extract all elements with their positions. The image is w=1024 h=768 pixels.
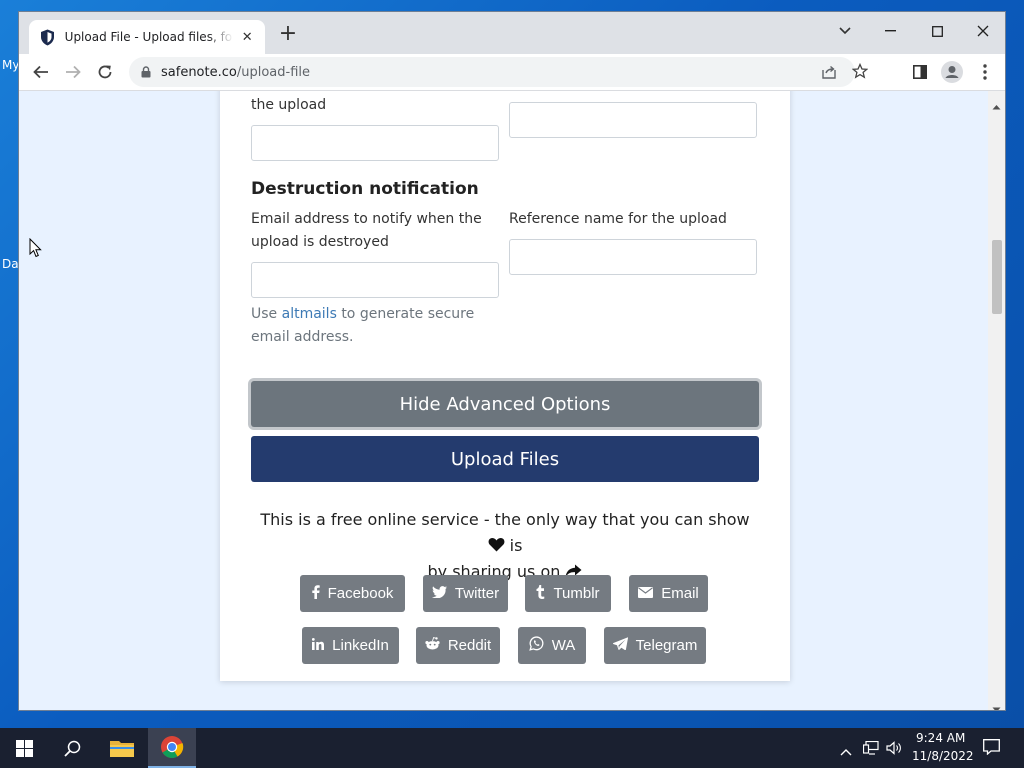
scroll-up-arrow-icon[interactable] (992, 95, 1001, 114)
cut-off-label: the upload (251, 97, 327, 113)
lock-icon[interactable] (141, 63, 151, 82)
url-path: /upload-file (236, 64, 310, 80)
volume-icon[interactable] (886, 740, 902, 759)
tab-strip: Upload File - Upload files, for free ✕ + (19, 12, 1005, 54)
notification-icon[interactable] (983, 739, 1000, 759)
whatsapp-icon (528, 636, 552, 655)
reload-icon[interactable] (92, 59, 118, 85)
minimize-icon[interactable] (872, 18, 908, 44)
share-email-label: Email (661, 585, 699, 602)
upload-form-card: the upload Destruction notification Emai… (220, 91, 790, 681)
shield-icon (39, 28, 57, 46)
expiry-field[interactable] (509, 102, 757, 138)
password-field[interactable] (251, 125, 499, 161)
tumblr-icon (536, 584, 553, 603)
share-whatsapp-label: WA (551, 637, 576, 654)
destruction-heading: Destruction notification (251, 179, 479, 199)
page-scrollbar[interactable] (988, 91, 1005, 710)
share-telegram-button[interactable]: Telegram (604, 627, 706, 664)
altmails-link[interactable]: altmails (282, 306, 337, 322)
file-explorer-icon[interactable] (98, 728, 146, 768)
telegram-icon (612, 637, 636, 654)
forward-arrow-icon[interactable] (60, 59, 86, 85)
share-message: This is a free online service - the only… (260, 510, 750, 581)
facebook-icon (311, 584, 328, 603)
reference-name-label: Reference name for the upload (509, 211, 727, 227)
share-twitter-button[interactable]: Twitter (423, 575, 508, 612)
desktop-icon-label[interactable]: Da (2, 257, 19, 271)
share-reddit-button[interactable]: Reddit (416, 627, 500, 664)
share-email-button[interactable]: Email (629, 575, 708, 612)
network-icon[interactable] (862, 740, 879, 759)
tray-chevron-up-icon[interactable] (840, 741, 852, 760)
windows-start-icon[interactable] (0, 728, 48, 768)
tab-title: Upload File - Upload files, for free (64, 30, 234, 44)
close-tab-icon[interactable]: ✕ (239, 30, 255, 45)
new-tab-icon[interactable]: + (277, 23, 299, 46)
mouse-cursor-icon (29, 237, 42, 262)
share-tumblr-label: Tumblr (553, 585, 600, 602)
search-icon[interactable] (48, 728, 96, 768)
page-viewport: the upload Destruction notification Emai… (19, 91, 989, 710)
altmails-hint: Use altmails to generate secure email ad… (251, 306, 475, 345)
linkedin-icon (312, 637, 332, 654)
share-facebook-button[interactable]: Facebook (300, 575, 405, 612)
maximize-icon[interactable] (919, 18, 955, 44)
profile-avatar-icon[interactable] (939, 59, 965, 85)
chrome-taskbar-icon[interactable] (148, 728, 196, 768)
email-notify-field[interactable] (251, 262, 499, 298)
heart-icon (488, 536, 505, 555)
reference-name-field[interactable] (509, 239, 757, 275)
share-reddit-label: Reddit (447, 637, 492, 654)
clock-time[interactable]: 9:24 AM (916, 731, 965, 745)
scrollbar-thumb[interactable] (992, 240, 1002, 314)
side-panel-icon[interactable] (907, 59, 933, 85)
url-host: safenote.co (161, 64, 237, 80)
close-window-icon[interactable] (965, 18, 1001, 44)
tab-search-icon[interactable] (827, 18, 863, 44)
share-tumblr-button[interactable]: Tumblr (525, 575, 611, 612)
share-whatsapp-button[interactable]: WA (518, 627, 586, 664)
email-notify-label: Email address to notify when the upload … (251, 211, 482, 250)
share-page-icon[interactable] (821, 64, 837, 84)
share-facebook-label: Facebook (327, 585, 394, 602)
taskbar: 9:24 AM 11/8/2022 (0, 728, 1024, 768)
address-bar[interactable]: safenote.co/upload-file (129, 57, 869, 87)
browser-toolbar: safenote.co/upload-file (19, 54, 1005, 91)
share-linkedin-label: LinkedIn (332, 637, 389, 654)
clock-date[interactable]: 11/8/2022 (912, 749, 974, 763)
bookmark-star-icon[interactable] (851, 62, 869, 83)
back-arrow-icon[interactable] (28, 59, 54, 85)
share-twitter-label: Twitter (454, 585, 500, 602)
envelope-icon (638, 585, 661, 602)
scroll-down-arrow-icon[interactable] (992, 698, 1001, 710)
twitter-icon (431, 585, 455, 602)
browser-tab[interactable]: Upload File - Upload files, for free ✕ (29, 20, 265, 54)
hide-advanced-options-button[interactable]: Hide Advanced Options (251, 381, 759, 427)
share-telegram-label: Telegram (635, 637, 698, 654)
upload-files-button[interactable]: Upload Files (251, 436, 759, 482)
desktop-icon-label[interactable]: My (2, 58, 19, 72)
reddit-icon (425, 637, 448, 654)
menu-dots-icon[interactable] (972, 59, 998, 85)
share-linkedin-button[interactable]: LinkedIn (302, 627, 399, 664)
browser-window: Upload File - Upload files, for free ✕ + (18, 11, 1006, 711)
